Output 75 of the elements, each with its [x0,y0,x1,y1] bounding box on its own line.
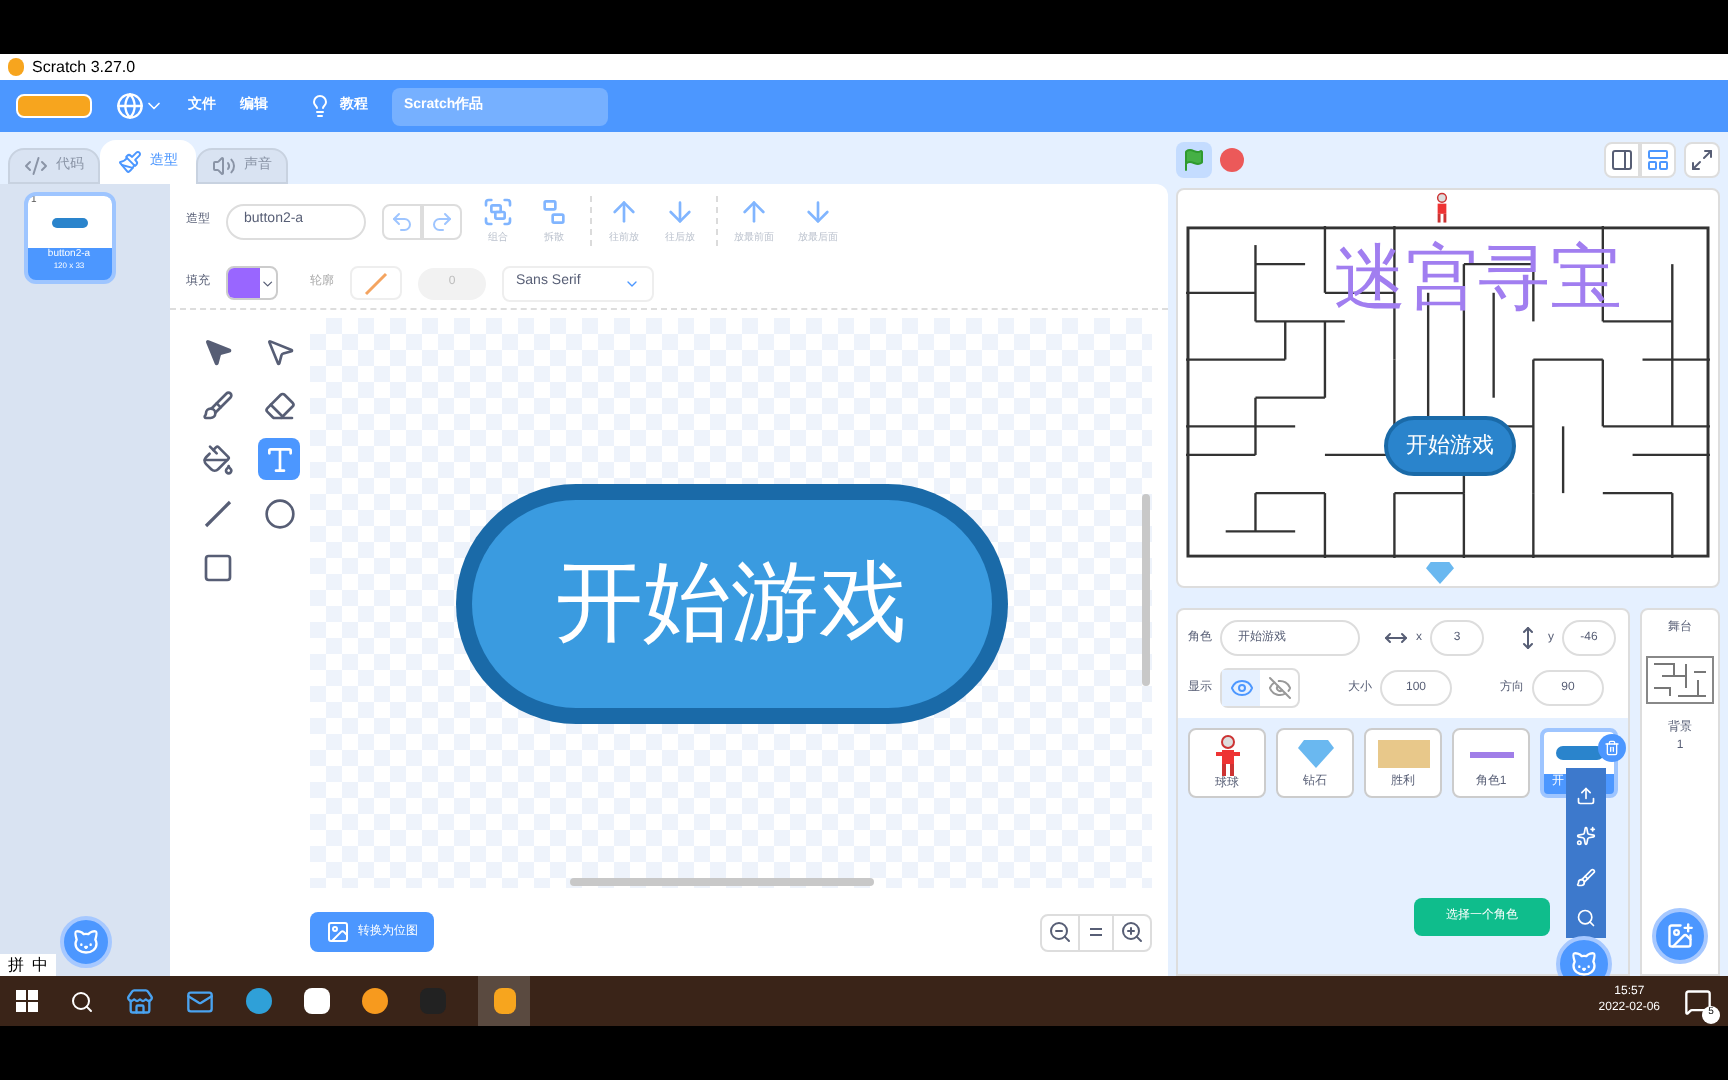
show-button[interactable] [1222,670,1260,706]
square-icon [201,551,233,583]
brush-icon [201,389,233,421]
app-icon[interactable] [304,988,330,1014]
brush-icon [118,150,142,174]
no-color-icon [364,271,388,295]
normal-stage-button[interactable] [1640,142,1676,178]
fill-color-picker[interactable] [226,266,278,300]
lightbulb-icon [308,94,332,118]
window-title: Scratch 3.27.0 [32,59,136,75]
button-thumbnail [51,217,87,227]
app-icon [8,58,24,76]
cat-icon [72,928,100,956]
flag-button[interactable] [1176,142,1212,178]
zoom-in-icon [1120,920,1144,944]
speaker-icon [212,154,236,178]
notification-icon[interactable] [1684,987,1712,1015]
backdrop-thumbnail[interactable] [1646,656,1714,704]
equals-icon [1088,926,1104,938]
fullscreen-button[interactable] [1684,142,1720,178]
paint-bucket-icon [201,443,233,475]
small-stage-button[interactable] [1604,142,1640,178]
mail-icon[interactable] [186,987,214,1015]
text-icon [263,443,295,475]
eye-icon [1229,676,1253,700]
brush-icon[interactable] [1576,867,1596,888]
code-icon [24,154,48,178]
undo-icon [390,209,414,233]
app-icon [493,988,515,1014]
ungroup-icon [538,195,570,228]
group-icon [482,195,514,228]
scratch-taskbar-button[interactable] [478,976,530,1026]
trash-icon [1604,740,1620,756]
character-drawing [1213,733,1241,777]
eye-off-icon [1267,676,1291,700]
sparkle-icon[interactable] [1576,826,1596,847]
store-icon[interactable] [126,987,154,1015]
picture-thumbnail [1377,740,1429,768]
browser-icon[interactable] [246,988,272,1014]
stop-button[interactable] [1220,148,1244,172]
diamond-drawing [1297,740,1333,768]
layout-icon [1646,148,1670,172]
drawing-canvas[interactable]: 开始游戏 [310,318,1152,888]
reshape-pointer-icon [263,335,295,367]
fullscreen-icon [1690,148,1714,172]
text-thumbnail [1469,751,1513,757]
canvas-text: 开始游戏 [555,551,907,655]
zoom-reset-button[interactable] [1078,915,1114,949]
add-backdrop-button[interactable] [1652,908,1708,964]
button-thumbnail [1555,746,1603,760]
line-icon [201,497,233,529]
zoom-out-icon [1048,920,1072,944]
ime-label[interactable]: 拼 [8,957,24,973]
outline-color-picker[interactable] [350,266,402,300]
add-costume-button[interactable] [60,916,112,968]
image-icon [326,920,350,944]
pointer-icon [201,335,233,367]
circle-icon [263,497,295,529]
diamond-drawing [1426,562,1454,584]
scratch-logo [16,94,92,118]
layout-icon [1610,148,1634,172]
windows-start-icon[interactable] [16,990,38,1012]
redo-icon [430,209,454,233]
image-plus-icon [1666,922,1694,950]
ime-label[interactable]: 中 [32,957,48,973]
stage-button-text: 开始游戏 [1406,431,1494,462]
paint-tool[interactable] [258,438,300,480]
upload-icon[interactable] [1576,786,1596,807]
caret-icon [260,275,276,291]
cat-icon [1570,950,1598,978]
search-icon[interactable] [70,989,94,1013]
globe-icon[interactable] [116,92,144,120]
flag-icon [1182,148,1206,172]
player-icon[interactable] [362,988,388,1014]
eraser-icon [263,389,295,421]
